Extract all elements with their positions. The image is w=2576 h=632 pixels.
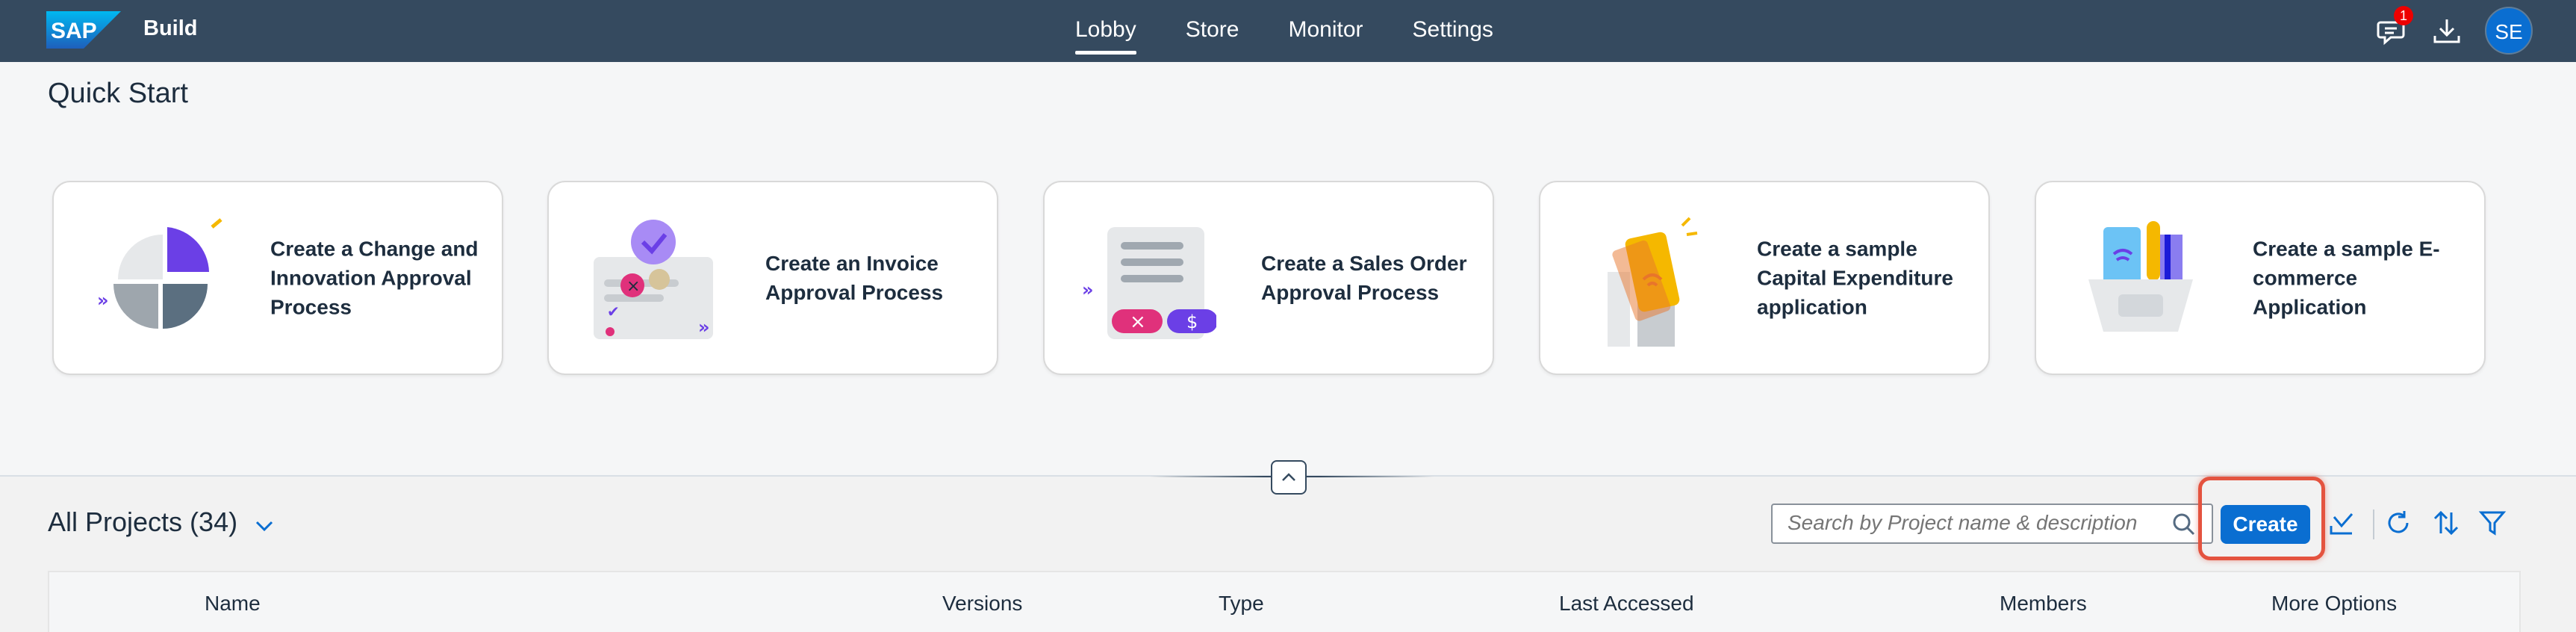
capex-illustration-icon [1608,217,1698,347]
filter-icon[interactable] [2477,508,2507,538]
project-search-field[interactable] [1771,504,2213,544]
sales-order-illustration-icon: × $ » [1082,227,1216,339]
quick-start-title: Quick Start [48,78,188,109]
collapse-quick-start-button[interactable] [1271,460,1307,495]
shell-bar: SAP Build Lobby Store Monitor Settings 1… [0,0,2576,62]
ecommerce-basket-illustration-icon [2088,221,2193,332]
nav-store[interactable]: Store [1186,0,1239,62]
quick-start-card-sales-order[interactable]: × $ » Create a Sales Order Approval Proc… [1043,181,1494,375]
pie-chart-illustration-icon: » [97,218,223,329]
nav-monitor[interactable]: Monitor [1288,0,1363,62]
product-name: Build [143,16,198,40]
column-header-members[interactable]: Members [2000,592,2087,616]
quick-start-card-invoice-approval[interactable]: × ✔ » Create an Invoice Approval Process [547,181,998,375]
refresh-icon[interactable] [2383,508,2413,538]
all-projects-title: All Projects (34) [48,506,238,537]
chevron-down-icon[interactable] [252,514,276,538]
search-input[interactable] [1788,505,2161,541]
search-icon[interactable] [2171,512,2197,537]
user-avatar[interactable]: SE [2485,7,2533,55]
column-header-last-accessed[interactable]: Last Accessed [1559,592,1694,616]
svg-text:✔: ✔ [607,303,620,320]
svg-text:$: $ [1186,312,1198,332]
column-header-name[interactable]: Name [205,592,261,616]
projects-table-header: Name Versions Type Last Accessed Members… [48,571,2521,632]
card-label: Create a sample Capital Expenditure appl… [1757,237,1953,319]
sort-icon[interactable] [2431,508,2461,538]
svg-text:»: » [97,290,109,311]
svg-text:×: × [1130,311,1146,333]
card-label: Create an Invoice Approval Process [765,252,944,304]
toolbar-separator [2373,509,2374,539]
quick-start-card-capex[interactable]: Create a sample Capital Expenditure appl… [1539,181,1990,375]
quick-start-card-change-innovation[interactable]: » Create a Change and Innovation Approva… [52,181,503,375]
import-icon[interactable] [2327,508,2356,538]
svg-text:»: » [1082,279,1094,300]
svg-text:×: × [626,277,640,296]
create-project-button[interactable]: Create [2221,505,2310,544]
column-header-versions[interactable]: Versions [942,592,1022,616]
top-navigation: Lobby Store Monitor Settings [1075,0,1543,62]
chevron-up-icon [1282,473,1295,481]
nav-settings[interactable]: Settings [1413,0,1493,62]
invoice-illustration-icon: × ✔ » [594,220,713,339]
svg-text:»: » [698,317,710,338]
download-icon[interactable] [2430,15,2463,48]
column-header-type[interactable]: Type [1219,592,1264,616]
sap-logo[interactable]: SAP [46,11,121,49]
card-label: Create a Change and Innovation Approval … [270,237,479,319]
quick-start-card-ecommerce[interactable]: Create a sample E-commerce Application [2035,181,2486,375]
nav-lobby[interactable]: Lobby [1075,0,1136,62]
card-label: Create a Sales Order Approval Process [1261,252,1467,304]
notification-count-badge: 1 [2394,6,2413,25]
card-label: Create a sample E-commerce Application [2253,237,2440,319]
svg-text:SAP: SAP [51,19,97,43]
column-header-more-options[interactable]: More Options [2271,592,2397,616]
